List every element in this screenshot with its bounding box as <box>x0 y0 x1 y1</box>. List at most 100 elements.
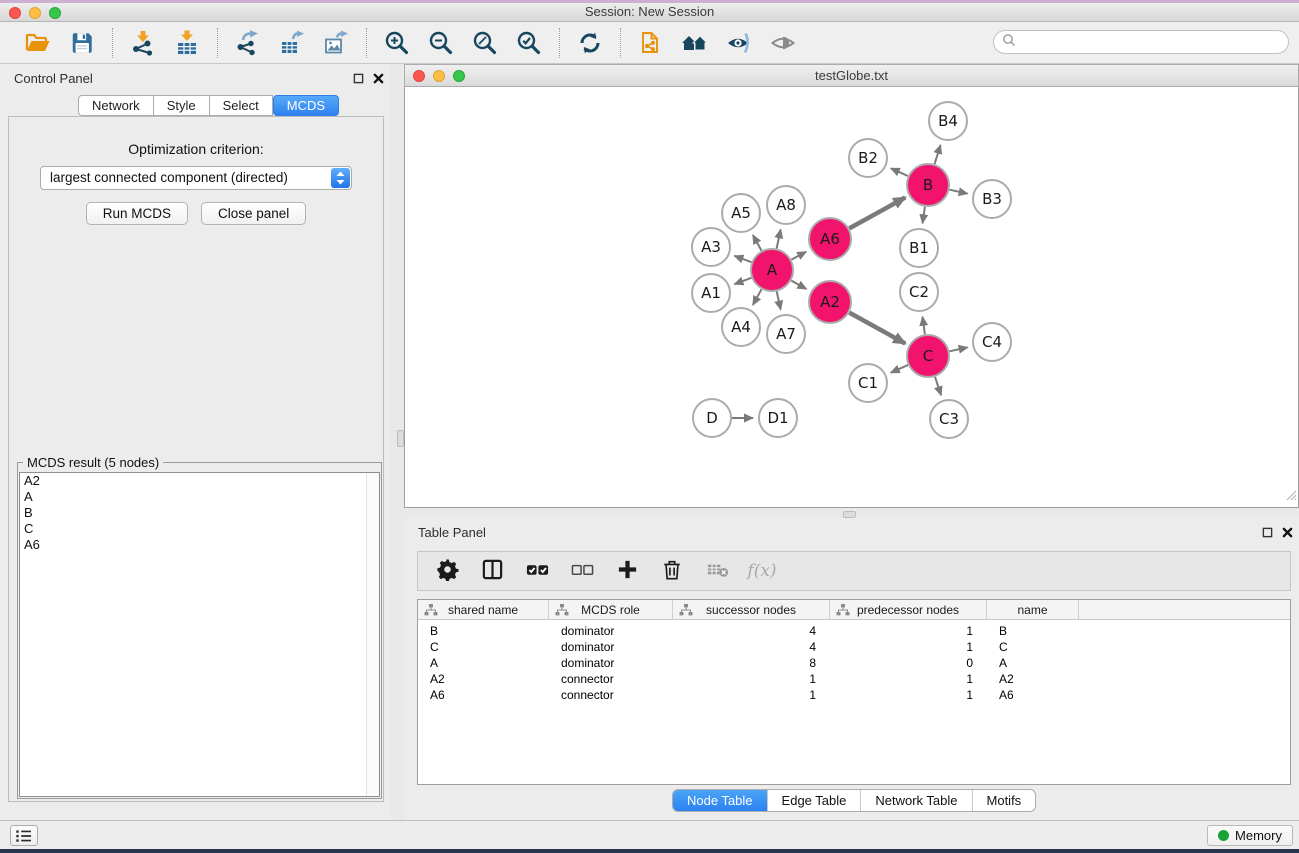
network-node-D1[interactable]: D1 <box>759 399 797 437</box>
network-edge[interactable] <box>849 198 905 229</box>
duplicate-network-button[interactable] <box>631 26 671 60</box>
zoom-selected-button[interactable] <box>509 26 549 60</box>
split-columns-button[interactable] <box>477 556 507 586</box>
export-network-button[interactable] <box>228 26 268 60</box>
minimize-window-button[interactable] <box>29 7 41 19</box>
network-edge[interactable] <box>923 207 925 224</box>
mcds-result-item[interactable]: B <box>20 505 379 521</box>
network-edge[interactable] <box>753 235 762 251</box>
table-row[interactable]: Adominator80A <box>418 655 1290 671</box>
float-panel-icon[interactable] <box>353 71 364 89</box>
export-image-button[interactable] <box>316 26 356 60</box>
network-node-A4[interactable]: A4 <box>722 308 760 346</box>
network-node-A2[interactable]: A2 <box>809 281 851 323</box>
scrollbar[interactable] <box>366 473 379 796</box>
network-node-B4[interactable]: B4 <box>929 102 967 140</box>
network-node-D[interactable]: D <box>693 399 731 437</box>
network-node-A[interactable]: A <box>751 249 793 291</box>
tab-style[interactable]: Style <box>154 95 210 116</box>
network-edge[interactable] <box>935 377 941 395</box>
home-button[interactable] <box>675 26 715 60</box>
close-panel-icon[interactable] <box>1282 525 1293 543</box>
network-edge[interactable] <box>891 365 908 373</box>
close-window-button[interactable] <box>9 7 21 19</box>
resize-grip[interactable] <box>1285 488 1297 506</box>
float-panel-icon[interactable] <box>1262 525 1273 543</box>
network-node-C4[interactable]: C4 <box>973 323 1011 361</box>
table-row[interactable]: A2connector11A2 <box>418 671 1290 687</box>
zoom-fit-button[interactable] <box>465 26 505 60</box>
tab-mcds[interactable]: MCDS <box>273 95 339 116</box>
close-panel-icon[interactable] <box>373 71 384 89</box>
network-edge[interactable] <box>950 190 968 194</box>
show-all-button[interactable] <box>763 26 803 60</box>
network-edge[interactable] <box>777 229 781 248</box>
run-mcds-button[interactable]: Run MCDS <box>86 202 188 225</box>
network-window-titlebar[interactable]: testGlobe.txt <box>404 64 1299 87</box>
network-edge[interactable] <box>753 289 762 305</box>
column-header[interactable]: successor nodes <box>673 600 830 619</box>
network-edge[interactable] <box>791 252 806 260</box>
network-edge[interactable] <box>734 278 751 284</box>
network-node-A7[interactable]: A7 <box>767 315 805 353</box>
network-node-B1[interactable]: B1 <box>900 229 938 267</box>
zoom-out-button[interactable] <box>421 26 461 60</box>
network-node-B[interactable]: B <box>907 164 949 206</box>
column-header[interactable]: MCDS role <box>549 600 673 619</box>
network-edge[interactable] <box>923 317 925 334</box>
zoom-in-button[interactable] <box>377 26 417 60</box>
hide-selected-button[interactable] <box>719 26 759 60</box>
tab-motifs[interactable]: Motifs <box>972 790 1036 811</box>
mcds-result-item[interactable]: C <box>20 521 379 537</box>
mcds-result-item[interactable]: A <box>20 489 379 505</box>
tab-node-table[interactable]: Node Table <box>673 790 767 811</box>
mcds-result-item[interactable]: A2 <box>20 473 379 489</box>
network-edge[interactable] <box>777 292 781 310</box>
network-edge[interactable] <box>891 168 908 176</box>
import-network-button[interactable] <box>123 26 163 60</box>
network-edge[interactable] <box>935 145 941 164</box>
tab-network[interactable]: Network <box>78 95 154 116</box>
splitter-handle[interactable] <box>397 430 404 447</box>
column-header[interactable]: name <box>987 600 1079 619</box>
deselect-all-button[interactable] <box>567 556 597 586</box>
network-node-A8[interactable]: A8 <box>767 186 805 224</box>
memory-button[interactable]: Memory <box>1207 825 1293 846</box>
close-window-button[interactable] <box>413 70 425 82</box>
network-edge[interactable] <box>791 281 806 289</box>
network-node-B3[interactable]: B3 <box>973 180 1011 218</box>
network-node-C1[interactable]: C1 <box>849 364 887 402</box>
mcds-result-list[interactable]: A2ABCA6 <box>19 472 380 797</box>
zoom-window-button[interactable] <box>453 70 465 82</box>
node-table[interactable]: shared nameMCDS rolesuccessor nodesprede… <box>417 599 1291 785</box>
tab-select[interactable]: Select <box>210 95 273 116</box>
search-field[interactable] <box>993 30 1289 54</box>
gear-button[interactable] <box>432 556 462 586</box>
table-row[interactable]: Cdominator41C <box>418 639 1290 655</box>
tab-network-table[interactable]: Network Table <box>860 790 971 811</box>
splitter-handle[interactable] <box>843 511 856 518</box>
network-node-A3[interactable]: A3 <box>692 228 730 266</box>
minimize-window-button[interactable] <box>433 70 445 82</box>
table-row[interactable]: A6connector11A6 <box>418 687 1290 703</box>
network-node-A5[interactable]: A5 <box>722 194 760 232</box>
network-edge[interactable] <box>849 313 905 344</box>
network-edge[interactable] <box>950 347 968 351</box>
save-session-button[interactable] <box>62 26 102 60</box>
open-file-button[interactable] <box>18 26 58 60</box>
add-button[interactable] <box>612 556 642 586</box>
zoom-window-button[interactable] <box>49 7 61 19</box>
export-table-button[interactable] <box>272 26 312 60</box>
criterion-select[interactable]: largest connected component (directed) <box>40 166 352 190</box>
mcds-result-item[interactable]: A6 <box>20 537 379 553</box>
network-node-B2[interactable]: B2 <box>849 139 887 177</box>
import-table-button[interactable] <box>167 26 207 60</box>
network-node-A6[interactable]: A6 <box>809 218 851 260</box>
network-canvas[interactable]: B4B2BB3A8A5A6A3B1AC2A1A2A4A7C4CC1DD1C3 <box>404 87 1299 508</box>
trash-button[interactable] <box>657 556 687 586</box>
network-node-C[interactable]: C <box>907 335 949 377</box>
select-all-button[interactable] <box>522 556 552 586</box>
task-history-button[interactable] <box>10 825 38 846</box>
refresh-button[interactable] <box>570 26 610 60</box>
search-input[interactable] <box>1021 33 1288 51</box>
